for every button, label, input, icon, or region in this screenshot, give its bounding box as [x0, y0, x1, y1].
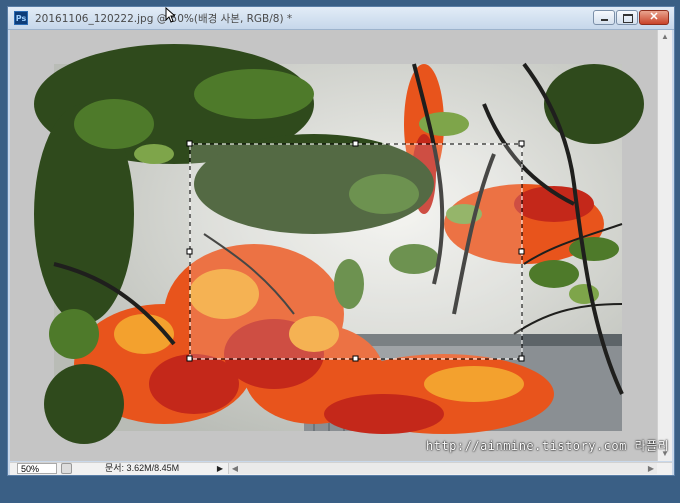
restore-icon	[623, 14, 633, 23]
mouse-cursor-icon	[165, 7, 175, 23]
document-window[interactable]: Ps 20161106_120222.jpg @ 50%(배경 사본, RGB/…	[7, 6, 675, 476]
photoshop-icon: Ps	[14, 11, 28, 25]
zoom-level-field[interactable]: 50%	[17, 463, 57, 474]
vertical-scrollbar[interactable]: ▲ ▼	[657, 30, 672, 461]
horizontal-scrollbar[interactable]: ◀ ▶	[228, 463, 657, 474]
minimize-button[interactable]	[593, 10, 615, 25]
close-button[interactable]: ✕	[639, 10, 669, 25]
document-size-info: 문서: 3.62M/8.45M	[105, 463, 180, 473]
status-bar: 50% 문서: 3.62M/8.45M ▶ ◀ ▶	[10, 462, 672, 475]
scroll-left-icon[interactable]: ◀	[229, 463, 241, 474]
photo-image[interactable]	[10, 30, 657, 461]
watermark-text: http://ainmine.tistory.com 라플리	[426, 439, 670, 453]
title-bar[interactable]: Ps 20161106_120222.jpg @ 50%(배경 사본, RGB/…	[8, 7, 674, 30]
document-title: 20161106_120222.jpg @ 50%(배경 사본, RGB/8) …	[35, 13, 293, 25]
restore-button[interactable]	[616, 10, 638, 25]
canvas-area[interactable]	[10, 30, 657, 461]
close-icon: ✕	[649, 11, 659, 23]
scroll-up-icon[interactable]: ▲	[658, 30, 672, 44]
status-info-icon[interactable]	[61, 463, 72, 474]
minimize-icon	[601, 19, 608, 21]
status-menu-arrow-icon[interactable]: ▶	[215, 463, 225, 474]
marquee-selection[interactable]	[186, 140, 525, 362]
scroll-right-icon[interactable]: ▶	[645, 463, 657, 474]
